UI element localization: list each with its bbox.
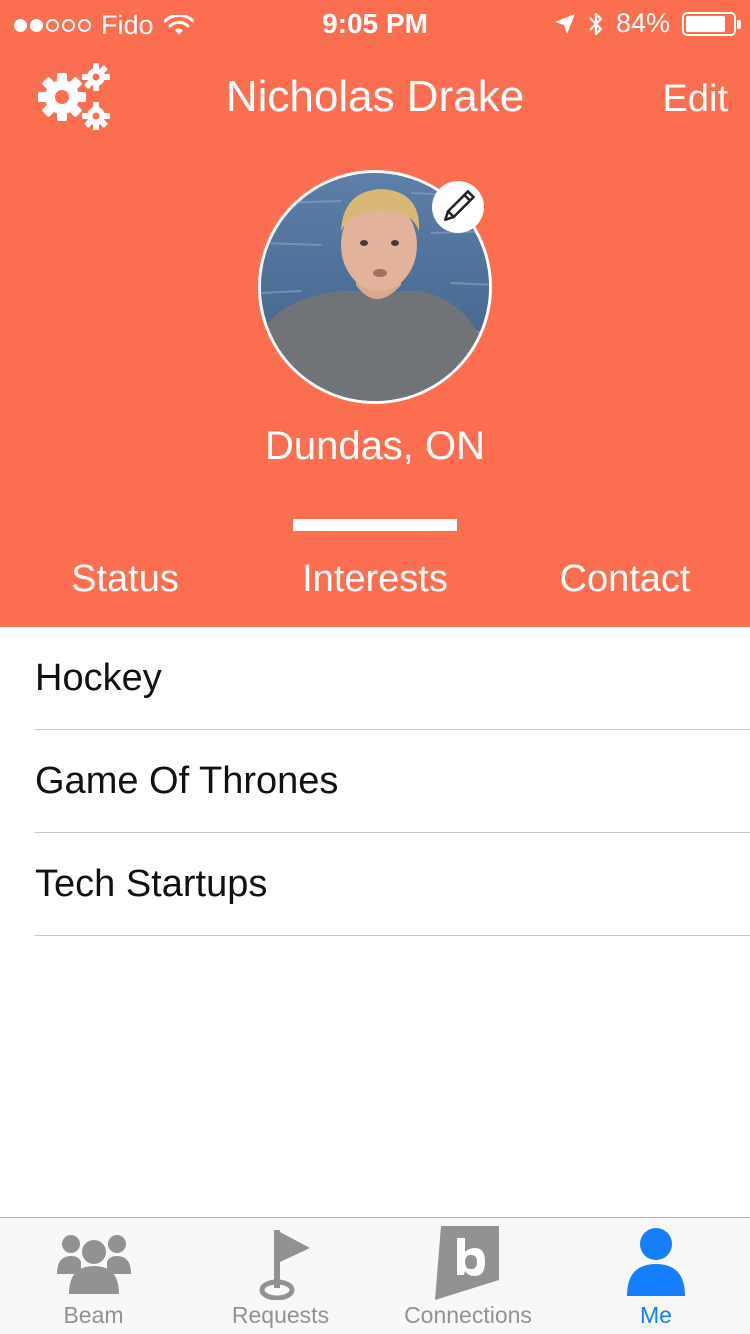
tab-contact[interactable]: Contact bbox=[525, 558, 725, 601]
edit-button[interactable]: Edit bbox=[663, 78, 728, 121]
bluetooth-icon bbox=[589, 12, 603, 35]
list-item[interactable]: Tech Startups bbox=[35, 833, 750, 936]
edit-photo-button[interactable] bbox=[432, 181, 484, 233]
tab-bar: Beam Requests Connections Me bbox=[0, 1217, 750, 1334]
tab-bar-label: Connections bbox=[404, 1302, 532, 1328]
profile-header: Fido 9:05 PM 84% Nicholas Drake Edit Dun… bbox=[0, 0, 750, 627]
tab-bar-me[interactable]: Me bbox=[562, 1218, 750, 1334]
location-arrow-icon bbox=[554, 13, 575, 34]
interest-label: Tech Startups bbox=[35, 863, 268, 905]
battery-icon bbox=[682, 11, 741, 36]
status-bar: Fido 9:05 PM 84% bbox=[0, 0, 750, 50]
tab-bar-label: Beam bbox=[63, 1302, 124, 1328]
interest-label: Hockey bbox=[35, 657, 162, 699]
tab-bar-requests[interactable]: Requests bbox=[187, 1218, 374, 1334]
tab-bar-label: Requests bbox=[231, 1302, 330, 1328]
profile-location: Dundas, ON bbox=[264, 424, 486, 468]
interests-list: Hockey Game Of Thrones Tech Startups bbox=[0, 627, 750, 936]
list-item[interactable]: Hockey bbox=[35, 627, 750, 730]
tab-bar-connections[interactable]: Connections bbox=[374, 1218, 562, 1334]
list-item[interactable]: Game Of Thrones bbox=[35, 730, 750, 833]
battery-percent: 84% bbox=[615, 8, 670, 38]
b-logo-icon bbox=[435, 1226, 499, 1300]
tab-interests[interactable]: Interests bbox=[275, 558, 475, 601]
profile-screen: Fido 9:05 PM 84% Nicholas Drake Edit Dun… bbox=[0, 0, 750, 1334]
pencil-icon bbox=[444, 189, 476, 221]
flag-icon bbox=[259, 1230, 310, 1300]
tab-bar-label: Me bbox=[640, 1302, 672, 1328]
group-icon bbox=[56, 1235, 131, 1294]
interest-label: Game Of Thrones bbox=[35, 760, 339, 802]
active-tab-indicator bbox=[293, 519, 457, 531]
status-right: 84% bbox=[554, 8, 741, 39]
tab-bar-beam[interactable]: Beam bbox=[0, 1218, 187, 1334]
person-icon bbox=[627, 1228, 685, 1296]
tab-status[interactable]: Status bbox=[25, 558, 225, 601]
profile-name-title: Nicholas Drake bbox=[225, 72, 525, 121]
